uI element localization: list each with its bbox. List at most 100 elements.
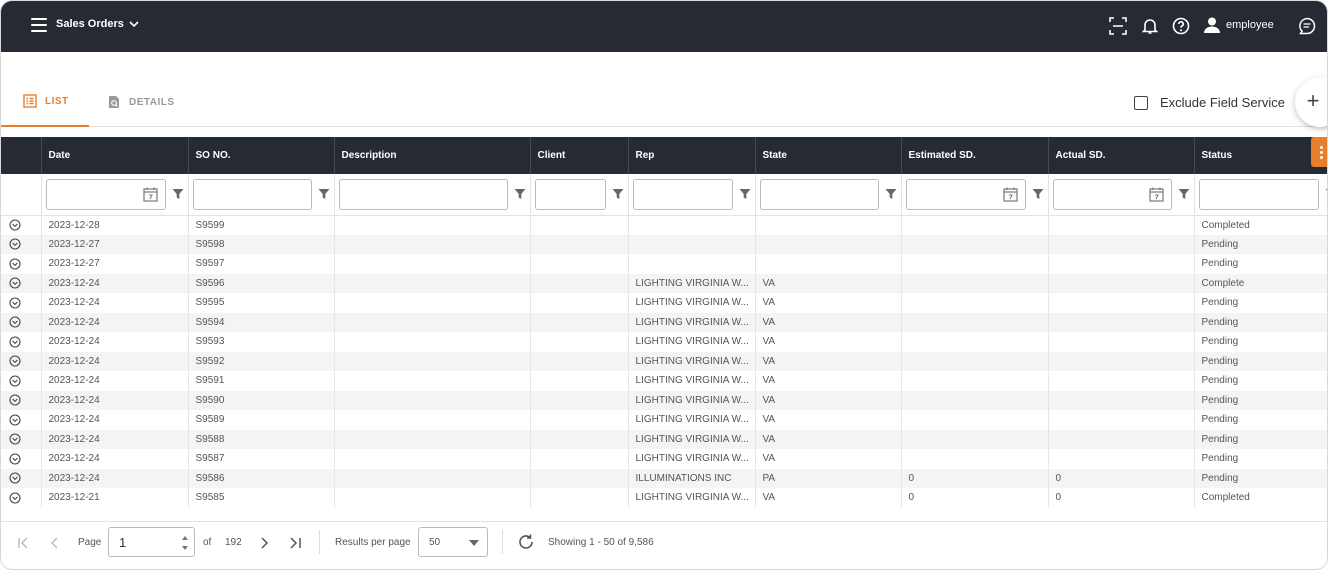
table-row[interactable]: 2023-12-21 S9585 LIGHTING VIRGINIA W... VA 0… xyxy=(1,488,1327,508)
table-row[interactable]: 2023-12-24 S9591 LIGHTING VIRGINIA W... VA P… xyxy=(1,371,1327,391)
next-page-icon[interactable] xyxy=(257,536,271,550)
filter-icon[interactable] xyxy=(885,188,897,200)
filter-input[interactable] xyxy=(192,178,312,210)
chat-icon[interactable] xyxy=(1298,17,1316,35)
help-icon[interactable] xyxy=(1172,17,1190,35)
filter-icon[interactable] xyxy=(514,188,526,200)
filter-icon[interactable] xyxy=(1325,188,1328,200)
expand-row-icon[interactable] xyxy=(9,433,21,445)
column-header[interactable]: Actual SD. xyxy=(1048,137,1195,174)
exclude-field-service-checkbox[interactable] xyxy=(1134,95,1148,110)
table-cell xyxy=(1048,332,1195,352)
bell-icon[interactable] xyxy=(1141,17,1159,35)
filter-input[interactable] xyxy=(632,178,733,210)
refresh-icon[interactable] xyxy=(517,533,535,551)
page-stepper-icon[interactable] xyxy=(181,533,189,553)
column-header[interactable]: State xyxy=(755,137,902,174)
expand-row-icon[interactable] xyxy=(9,414,21,426)
column-header[interactable]: Rep xyxy=(628,137,756,174)
table-cell: Completed xyxy=(1194,215,1327,235)
table-row[interactable]: 2023-12-27 S9598 Pending xyxy=(1,234,1327,254)
page-number-input[interactable]: 1 xyxy=(108,527,195,557)
table-row[interactable]: 2023-12-24 S9593 LIGHTING VIRGINIA W... VA P… xyxy=(1,332,1327,352)
calendar-icon[interactable] xyxy=(1148,187,1164,202)
table-cell xyxy=(334,468,531,488)
calendar-icon[interactable] xyxy=(1002,187,1018,202)
first-page-icon[interactable] xyxy=(17,536,31,550)
table-cell: PA xyxy=(755,468,902,488)
table-row[interactable]: 2023-12-24 S9594 LIGHTING VIRGINIA W... VA P… xyxy=(1,312,1327,332)
expand-row-icon[interactable] xyxy=(9,316,21,328)
table-row[interactable]: 2023-12-24 S9588 LIGHTING VIRGINIA W... VA P… xyxy=(1,429,1327,449)
filter-icon[interactable] xyxy=(318,188,330,200)
filter-input[interactable] xyxy=(905,178,1026,210)
tab-details[interactable]: DETAILS xyxy=(107,77,175,127)
column-header[interactable]: Status xyxy=(1194,137,1327,174)
expand-row-icon[interactable] xyxy=(9,336,21,348)
filter-input[interactable] xyxy=(338,178,508,210)
filter-icon[interactable] xyxy=(172,188,184,200)
expand-row-icon[interactable] xyxy=(9,258,21,270)
expand-row-icon[interactable] xyxy=(9,492,21,504)
expand-row-icon[interactable] xyxy=(9,238,21,250)
exclude-field-service-toggle: Exclude Field Service xyxy=(1134,95,1285,110)
expand-row-icon[interactable] xyxy=(9,472,21,484)
table-cell xyxy=(530,332,629,352)
expand-row-icon[interactable] xyxy=(9,219,21,231)
table-cell: VA xyxy=(755,488,902,508)
table-cell xyxy=(530,468,629,488)
table-cell xyxy=(1048,410,1195,430)
filter-input[interactable] xyxy=(534,178,606,210)
column-header[interactable]: Date xyxy=(41,137,189,174)
filter-icon[interactable] xyxy=(739,188,751,200)
table-cell: 0 xyxy=(901,468,1049,488)
user-menu[interactable]: employee xyxy=(1203,16,1274,34)
filter-input[interactable] xyxy=(1052,178,1172,210)
filter-icon[interactable] xyxy=(612,188,624,200)
grid-options-kebab-icon[interactable] xyxy=(1311,137,1327,167)
column-header[interactable]: Estimated SD. xyxy=(901,137,1049,174)
table-cell xyxy=(755,215,902,235)
table-cell xyxy=(901,371,1049,391)
scan-icon[interactable] xyxy=(1109,17,1127,35)
expand-row-icon[interactable] xyxy=(9,375,21,387)
expand-row-icon[interactable] xyxy=(9,453,21,465)
table-row[interactable]: 2023-12-24 S9595 LIGHTING VIRGINIA W... VA P… xyxy=(1,293,1327,313)
table-row[interactable]: 2023-12-24 S9589 LIGHTING VIRGINIA W... VA P… xyxy=(1,410,1327,430)
calendar-icon[interactable] xyxy=(142,187,158,202)
row-expander-cell xyxy=(1,293,42,313)
table-row[interactable]: 2023-12-24 S9587 LIGHTING VIRGINIA W... VA P… xyxy=(1,449,1327,469)
table-row[interactable]: 2023-12-24 S9596 LIGHTING VIRGINIA W... VA C… xyxy=(1,273,1327,293)
table-row[interactable]: 2023-12-24 S9592 LIGHTING VIRGINIA W... VA P… xyxy=(1,351,1327,371)
table-cell: LIGHTING VIRGINIA W... xyxy=(628,312,756,332)
table-cell: 0 xyxy=(901,488,1049,508)
row-expander-cell xyxy=(1,429,42,449)
tab-list[interactable]: LIST xyxy=(1,77,89,127)
table-row[interactable]: 2023-12-27 S9597 Pending xyxy=(1,254,1327,274)
expand-row-icon[interactable] xyxy=(9,297,21,309)
filter-icon[interactable] xyxy=(1178,188,1190,200)
results-per-page-select[interactable]: 50 xyxy=(418,527,488,557)
pagination-bar: Page 1 of 192 Results per page 50 Showin… xyxy=(1,521,1327,569)
expand-row-icon[interactable] xyxy=(9,394,21,406)
column-header[interactable]: Description xyxy=(334,137,531,174)
last-page-icon[interactable] xyxy=(288,536,302,550)
hamburger-menu-icon[interactable] xyxy=(31,18,47,32)
filter-input[interactable] xyxy=(1198,178,1319,210)
filter-input[interactable] xyxy=(45,178,166,210)
table-cell: 2023-12-24 xyxy=(41,312,189,332)
column-header[interactable]: Client xyxy=(530,137,629,174)
table-cell xyxy=(1048,371,1195,391)
column-header[interactable]: SO NO. xyxy=(188,137,335,174)
expand-row-icon[interactable] xyxy=(9,277,21,289)
previous-page-icon[interactable] xyxy=(48,536,62,550)
filter-icon[interactable] xyxy=(1032,188,1044,200)
table-row[interactable]: 2023-12-28 S9599 Completed xyxy=(1,215,1327,235)
table-row[interactable]: 2023-12-24 S9586 ILLUMINATIONS INC PA 0 0 Pend… xyxy=(1,468,1327,488)
module-switcher[interactable]: Sales Orders xyxy=(56,18,139,30)
table-row[interactable]: 2023-12-24 S9590 LIGHTING VIRGINIA W... VA P… xyxy=(1,390,1327,410)
document-search-icon xyxy=(109,96,119,108)
expand-row-icon[interactable] xyxy=(9,355,21,367)
table-cell: S9585 xyxy=(188,488,335,508)
filter-input[interactable] xyxy=(759,178,879,210)
